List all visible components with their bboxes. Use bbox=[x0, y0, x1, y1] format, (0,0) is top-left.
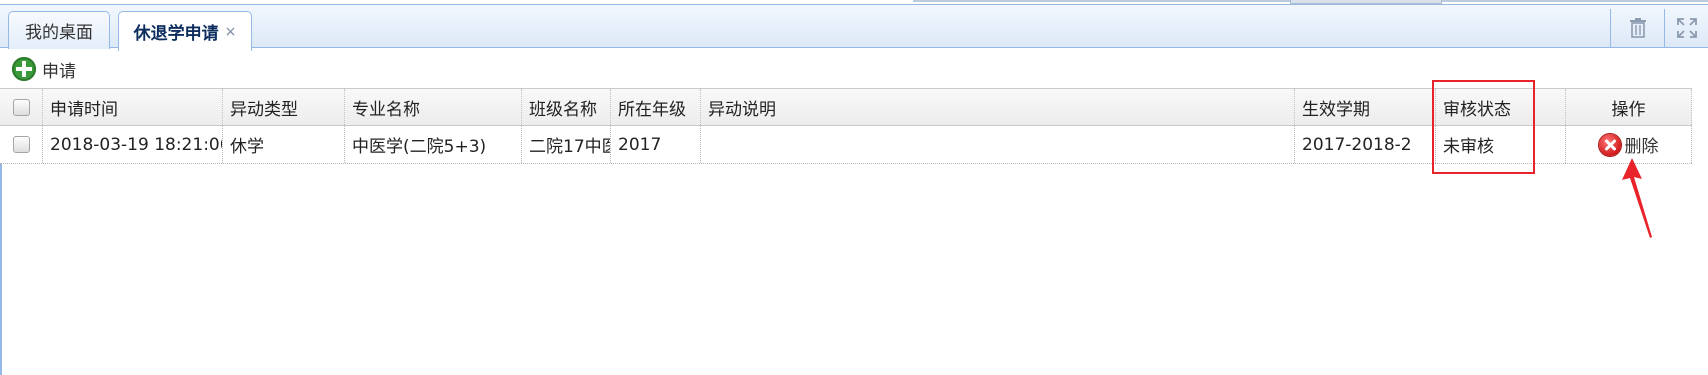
column-header-description[interactable]: 异动说明 bbox=[701, 89, 1295, 125]
row-select-cell bbox=[0, 126, 43, 163]
delete-button[interactable]: 删除 bbox=[1598, 132, 1659, 157]
cell-major: 中医学(二院5+3) bbox=[345, 126, 522, 163]
column-header-apply-time[interactable]: 申请时间 bbox=[43, 89, 223, 125]
select-all-cell bbox=[0, 89, 43, 125]
tab-bar: 我的桌面 休退学申请 × bbox=[0, 4, 1708, 51]
tab-my-desktop[interactable]: 我的桌面 bbox=[8, 11, 110, 49]
tab-label: 我的桌面 bbox=[25, 23, 93, 43]
column-header-class[interactable]: 班级名称 bbox=[522, 89, 611, 125]
column-header-grade[interactable]: 所在年级 bbox=[611, 89, 701, 125]
column-header-major[interactable]: 专业名称 bbox=[345, 89, 522, 125]
delete-button-label: 删除 bbox=[1624, 137, 1659, 157]
plus-icon bbox=[12, 57, 36, 81]
cell-term: 2017-2018-2 bbox=[1295, 126, 1436, 163]
annotation-highlight-box bbox=[1432, 80, 1535, 174]
cell-description bbox=[701, 126, 1295, 163]
row-checkbox[interactable] bbox=[12, 136, 30, 153]
apply-button[interactable]: 申请 bbox=[12, 56, 76, 82]
column-header-actions: 操作 bbox=[1566, 89, 1692, 125]
tab-close-icon[interactable]: × bbox=[225, 24, 237, 40]
clear-tabs-button[interactable] bbox=[1610, 9, 1664, 47]
select-all-checkbox[interactable] bbox=[12, 98, 30, 116]
column-header-change-type[interactable]: 异动类型 bbox=[223, 89, 345, 125]
cell-apply-time: 2018-03-19 18:21:06 bbox=[43, 126, 223, 163]
tab-leave-application[interactable]: 休退学申请 × bbox=[118, 11, 252, 51]
cell-change-type: 休学 bbox=[223, 126, 345, 163]
cell-class: 二院17中医 bbox=[522, 126, 611, 163]
fullscreen-button[interactable] bbox=[1664, 9, 1708, 47]
trash-icon bbox=[1629, 18, 1646, 38]
delete-icon bbox=[1598, 133, 1621, 156]
annotation-arrow bbox=[1622, 158, 1652, 238]
column-header-term[interactable]: 生效学期 bbox=[1295, 89, 1436, 125]
apply-button-label: 申请 bbox=[42, 61, 76, 82]
tab-label: 休退学申请 bbox=[133, 24, 219, 44]
cell-grade: 2017 bbox=[611, 126, 701, 163]
fullscreen-icon bbox=[1676, 18, 1697, 38]
